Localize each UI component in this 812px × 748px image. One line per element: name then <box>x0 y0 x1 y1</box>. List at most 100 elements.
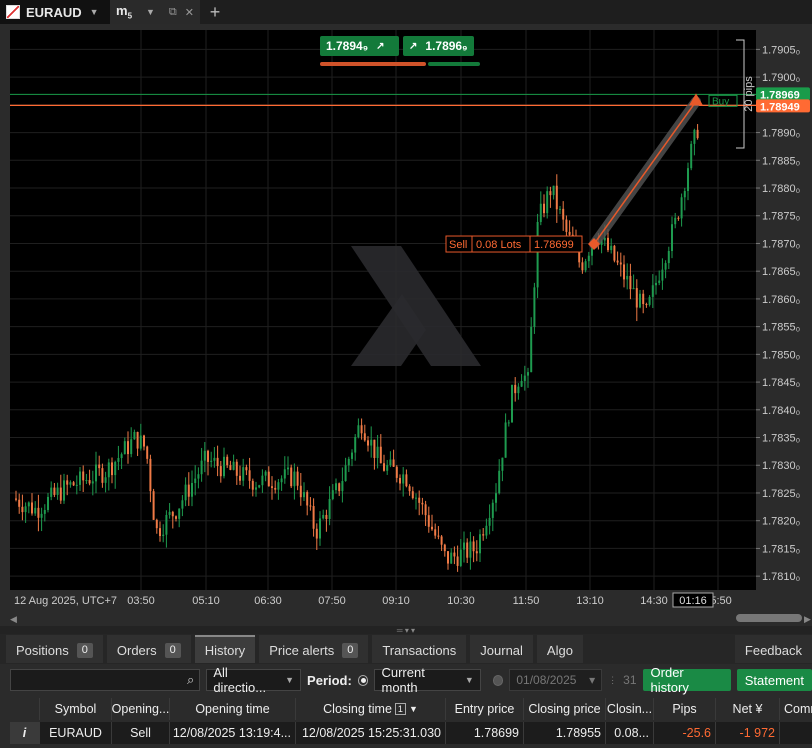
header-pips[interactable]: Pips <box>654 698 716 720</box>
header-closing-price[interactable]: Closing price <box>524 698 606 720</box>
search-icon: ⌕ <box>187 672 195 687</box>
candle-body <box>351 452 353 459</box>
candle-body <box>501 457 504 471</box>
candle-body <box>63 480 65 501</box>
statement-button[interactable]: Statement <box>736 669 812 691</box>
candle-body <box>530 326 533 373</box>
candle-body <box>469 541 472 558</box>
candle-body <box>453 552 456 557</box>
table-row[interactable]: i EURAUD Sell 12/08/2025 13:19:4... 12/0… <box>10 722 812 744</box>
cell-symbol: EURAUD <box>40 722 112 744</box>
candle-body <box>296 471 299 486</box>
tab-symbol[interactable]: EURAUD ▼ <box>0 0 110 24</box>
candle-body <box>91 481 94 484</box>
position-entry-label: 1.78699 <box>534 239 574 251</box>
chevron-down-icon[interactable]: ▼ <box>146 7 155 17</box>
close-icon[interactable]: ✕ <box>185 6 194 19</box>
candle-body <box>674 217 677 225</box>
candle-body <box>219 466 222 477</box>
candle-body <box>437 535 440 537</box>
candle-body <box>402 474 405 484</box>
candle-body <box>514 384 517 394</box>
tab-orders[interactable]: Orders 0 <box>106 635 191 663</box>
y-tick-label: 1.7900₀ <box>762 72 800 84</box>
cell-value: EURAUD <box>49 726 102 740</box>
candle-body <box>312 506 315 529</box>
panel-splitter[interactable]: ═ ▾ ▾ <box>0 626 812 635</box>
candle-body <box>523 375 526 381</box>
search-input[interactable]: ⌕ <box>10 669 201 691</box>
candle-body <box>456 556 459 566</box>
scrollbar-track <box>6 612 812 624</box>
header-comment[interactable]: Comme <box>780 698 812 720</box>
candle-body <box>155 519 158 529</box>
header-closing-qty[interactable]: Closin... <box>606 698 654 720</box>
header-opening-direction[interactable]: Opening... <box>112 698 170 720</box>
candle-body <box>18 499 21 507</box>
count-badge: 0 <box>164 642 181 658</box>
candle-body <box>687 168 689 192</box>
candle-body <box>69 482 72 485</box>
header-label: Closing time <box>323 702 392 716</box>
header-opening-time[interactable]: Opening time <box>170 698 296 720</box>
candle-body <box>651 285 654 297</box>
tab-positions[interactable]: Positions 0 <box>6 635 103 663</box>
tab-journal[interactable]: Journal <box>470 635 533 663</box>
candle-body <box>207 450 209 462</box>
header-label: Opening time <box>195 702 270 716</box>
candle-body <box>383 463 385 471</box>
candle-body <box>245 467 248 471</box>
candle-body <box>203 450 206 461</box>
candle-body <box>485 525 488 536</box>
period-select[interactable]: Current month ▼ <box>374 665 481 695</box>
chart-area[interactable]: 1.7905₀1.7900₀1.7895₀1.7890₀1.7885₀1.788… <box>6 28 812 626</box>
candle-body <box>405 474 408 487</box>
tab-transactions[interactable]: Transactions <box>372 635 467 663</box>
candle-body <box>475 551 478 554</box>
chevron-down-icon[interactable]: ▼ <box>90 7 99 17</box>
tab-algo[interactable]: Algo <box>536 635 583 663</box>
header-net[interactable]: Net ¥ <box>716 698 780 720</box>
sell-quote-button[interactable]: 1.7894₉ ↗ <box>320 36 399 56</box>
price-chart[interactable]: 1.7905₀1.7900₀1.7895₀1.7890₀1.7885₀1.788… <box>6 28 812 626</box>
calendar-icon[interactable]: 31 <box>623 673 636 687</box>
direction-select[interactable]: All directio... ▼ <box>206 665 302 695</box>
candle-body <box>533 287 536 327</box>
candle-body <box>392 459 395 467</box>
candle-body <box>517 386 520 394</box>
candle-body <box>319 518 321 539</box>
candle-body <box>360 425 363 434</box>
order-history-button[interactable]: Order history <box>642 665 731 695</box>
info-icon[interactable]: i <box>10 722 40 744</box>
header-symbol[interactable]: Symbol <box>40 698 112 720</box>
candle-body <box>82 471 85 481</box>
tab-timeframe[interactable]: m5 ▼ ⧉ ✕ <box>110 0 200 24</box>
cell-closing-qty: 0.08... <box>606 722 654 744</box>
tab-history[interactable]: History <box>194 635 256 663</box>
y-tick-label: 1.7870₀ <box>762 238 800 250</box>
candle-body <box>31 502 33 514</box>
candle-body <box>15 498 17 500</box>
trading-app: EURAUD ▼ m5 ▼ ⧉ ✕ + 1.7905₀ 1.7900₀ 1.7895… <box>0 0 812 748</box>
header-entry-price[interactable]: Entry price <box>446 698 524 720</box>
x-tick-label: 07:50 <box>318 595 346 607</box>
add-tab-button[interactable]: + <box>200 0 230 24</box>
header-closing-time[interactable]: Closing time 1 ▼ <box>296 698 446 720</box>
candle-body <box>443 544 446 552</box>
candle-body <box>472 541 475 552</box>
candle-body <box>184 484 187 501</box>
date-input[interactable]: 01/08/2025 ▾ <box>509 669 603 691</box>
candle-body <box>418 497 421 503</box>
period-radio-preset[interactable] <box>357 674 369 686</box>
candle-body <box>536 221 539 288</box>
tab-price-alerts[interactable]: Price alerts 0 <box>259 635 369 663</box>
candle-body <box>546 191 549 214</box>
feedback-button[interactable]: Feedback <box>734 635 812 663</box>
buy-quote-button[interactable]: ↗ 1.7896₉ <box>403 36 474 56</box>
candle-body <box>639 293 641 308</box>
tab-label: Price alerts <box>269 642 335 658</box>
detach-icon[interactable]: ⧉ <box>169 6 177 19</box>
period-radio-custom[interactable] <box>492 674 504 686</box>
candle-body <box>450 552 453 564</box>
buy-arrow-icon: ↗ <box>409 40 418 52</box>
